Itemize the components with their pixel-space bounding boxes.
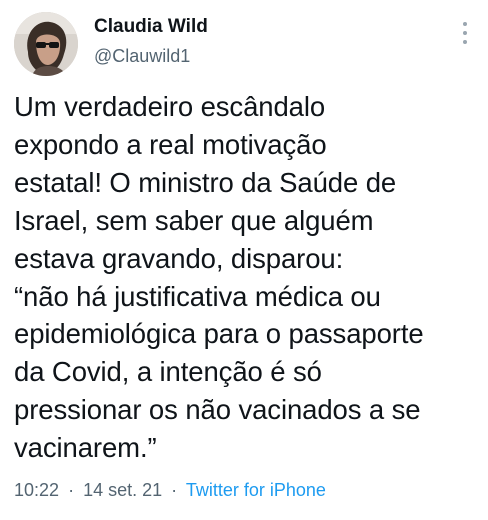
tweet-time[interactable]: 10:22: [14, 480, 59, 500]
tweet-text-line: vacinarem.”: [14, 432, 157, 464]
tweet-text-line: estatal! O ministro da Saúde de: [14, 166, 397, 198]
tweet-text-line: “não há justificativa médica ou: [14, 280, 381, 312]
tweet-text-line: estava gravando, disparou:: [14, 242, 344, 274]
avatar[interactable]: [14, 12, 78, 76]
tweet-meta: 10:22 · 14 set. 21 · Twitter for iPhone: [14, 478, 326, 502]
author-display-name[interactable]: Claudia Wild: [94, 14, 208, 40]
tweet-source-link[interactable]: Twitter for iPhone: [186, 480, 326, 500]
author-handle[interactable]: @Clauwild1: [94, 43, 208, 69]
meta-separator: ·: [68, 480, 75, 500]
tweet-text: Um verdadeiro escândalo expondo a real m…: [14, 88, 480, 467]
author-names: Claudia Wild @Clauwild1: [94, 14, 208, 69]
tweet-text-line: Israel, sem saber que alguém: [14, 204, 374, 236]
tweet-date[interactable]: 14 set. 21: [83, 480, 162, 500]
tweet-text-line: pressionar os não vacinados a se: [14, 394, 421, 426]
more-vertical-icon[interactable]: [460, 20, 470, 46]
meta-separator: ·: [171, 480, 178, 500]
tweet-text-line: da Covid, a intenção é só: [14, 356, 322, 388]
tweet-text-line: expondo a real motivação: [14, 128, 327, 160]
tweet-card: Claudia Wild @Clauwild1 Um verdadeiro es…: [0, 0, 488, 520]
tweet-text-line: epidemiológica para o passaporte: [14, 318, 424, 350]
tweet-text-line: Um verdadeiro escândalo: [14, 91, 326, 122]
more-dot: [463, 22, 467, 26]
tweet-header: Claudia Wild @Clauwild1: [14, 12, 474, 76]
more-dot: [463, 31, 467, 35]
avatar-photo: [14, 12, 78, 76]
more-dot: [463, 40, 467, 44]
